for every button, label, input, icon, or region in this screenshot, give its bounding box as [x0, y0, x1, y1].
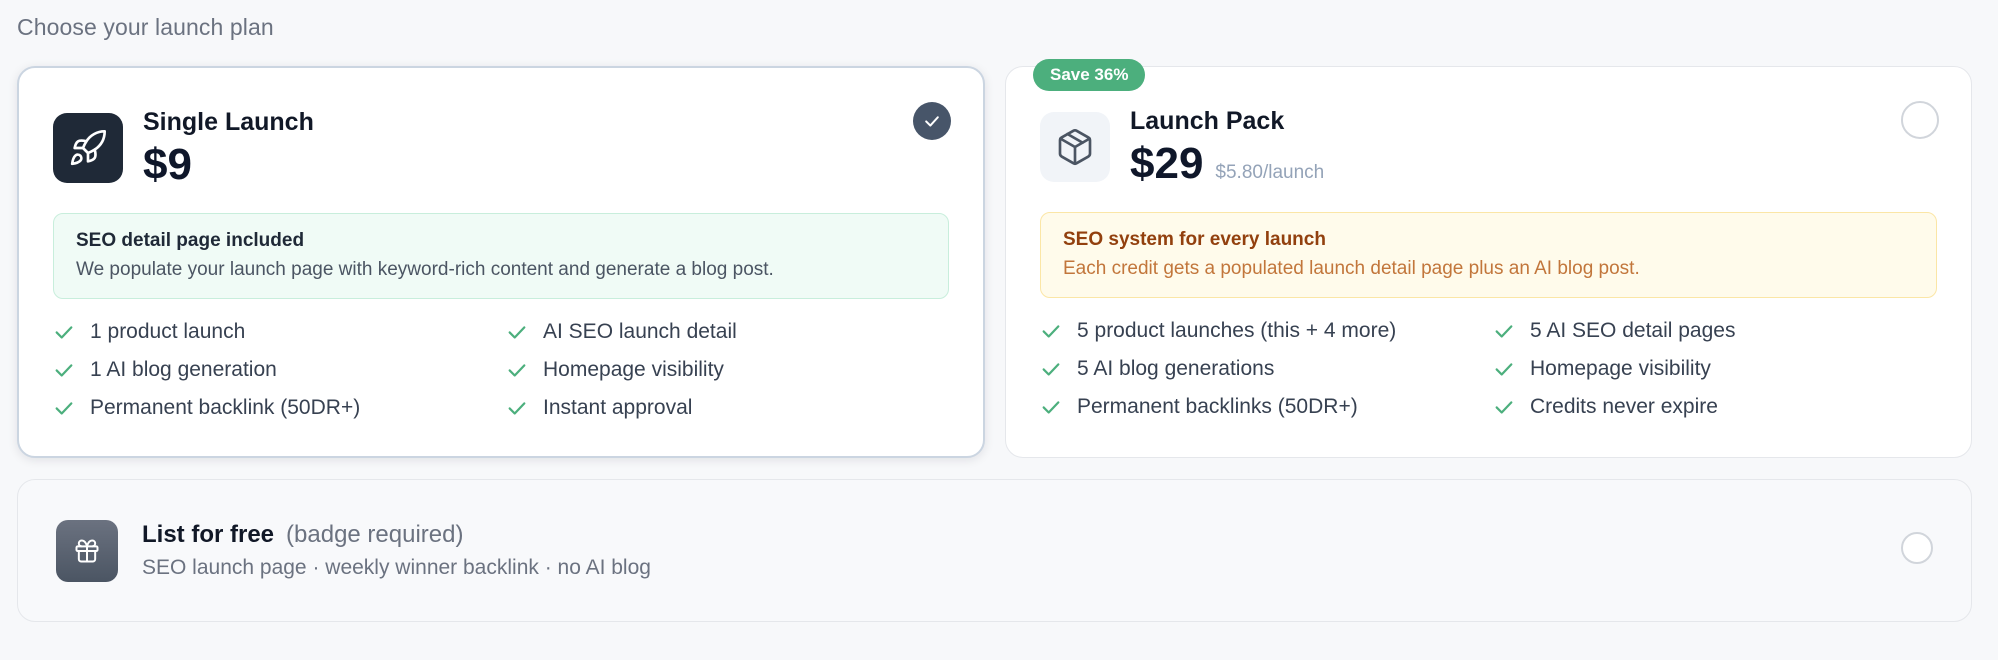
- unselected-radio-indicator[interactable]: [1901, 101, 1939, 139]
- feature-item: Permanent backlinks (50DR+): [1040, 393, 1493, 421]
- selected-check-indicator[interactable]: [913, 102, 951, 140]
- feature-item: Instant approval: [506, 394, 953, 422]
- check-icon: [53, 359, 75, 381]
- plan-price-row: $9: [143, 140, 192, 190]
- check-icon: [1493, 320, 1515, 342]
- info-text: Each credit gets a populated launch deta…: [1063, 258, 1640, 279]
- unselected-radio-indicator[interactable]: [1901, 532, 1933, 564]
- plan-card-launch-pack[interactable]: Launch Pack $29 $5.80/launch SEO system …: [1005, 66, 1972, 458]
- seo-info-box: SEO detail page included We populate you…: [53, 213, 949, 299]
- feature-item: AI SEO launch detail: [506, 318, 953, 346]
- feature-item: Homepage visibility: [1493, 355, 1940, 383]
- feature-label: 1 AI blog generation: [90, 358, 277, 381]
- feature-item: 1 product launch: [53, 318, 506, 346]
- info-title: SEO system for every launch: [1063, 229, 1326, 250]
- check-icon: [506, 397, 528, 419]
- seo-info-box: SEO system for every launch Each credit …: [1040, 212, 1937, 298]
- plan-per-launch-price: $5.80/launch: [1215, 162, 1325, 183]
- feature-label: 1 product launch: [90, 320, 246, 343]
- check-icon: [1493, 358, 1515, 380]
- feature-label: Homepage visibility: [1530, 357, 1711, 380]
- feature-list: 5 product launches (this + 4 more) 5 AI …: [1040, 317, 1940, 421]
- check-icon: [1040, 396, 1062, 418]
- feature-label: 5 product launches (this + 4 more): [1077, 319, 1397, 342]
- free-title-row: List for free (badge required): [142, 521, 463, 549]
- plan-name: Launch Pack: [1130, 107, 1285, 135]
- feature-item: 5 product launches (this + 4 more): [1040, 317, 1493, 345]
- free-title: List for free: [142, 521, 275, 548]
- check-icon: [506, 359, 528, 381]
- rocket-icon: [53, 113, 123, 183]
- check-icon: [1493, 396, 1515, 418]
- page-title: Choose your launch plan: [17, 14, 274, 40]
- feature-label: Permanent backlink (50DR+): [90, 396, 361, 419]
- check-icon: [53, 321, 75, 343]
- feature-item: 1 AI blog generation: [53, 356, 506, 384]
- plan-price: $9: [143, 140, 192, 189]
- free-description: SEO launch page · weekly winner backlink…: [142, 556, 651, 579]
- gift-icon: [56, 520, 118, 582]
- feature-label: 5 AI SEO detail pages: [1530, 319, 1736, 342]
- feature-item: Homepage visibility: [506, 356, 953, 384]
- check-icon: [53, 397, 75, 419]
- feature-item: Permanent backlink (50DR+): [53, 394, 506, 422]
- feature-label: 5 AI blog generations: [1077, 357, 1275, 380]
- plan-card-single-launch[interactable]: Single Launch $9 SEO detail page include…: [17, 66, 985, 458]
- check-icon: [1040, 358, 1062, 380]
- plan-price: $29: [1130, 139, 1204, 188]
- check-icon: [925, 116, 939, 127]
- info-title: SEO detail page included: [76, 230, 305, 251]
- feature-item: 5 AI SEO detail pages: [1493, 317, 1940, 345]
- plan-card-free[interactable]: List for free (badge required) SEO launc…: [17, 479, 1972, 622]
- feature-label: Instant approval: [543, 396, 693, 419]
- package-icon: [1040, 112, 1110, 182]
- feature-label: Homepage visibility: [543, 358, 724, 381]
- feature-label: AI SEO launch detail: [543, 320, 737, 343]
- info-text: We populate your launch page with keywor…: [76, 259, 774, 280]
- save-badge: Save 36%: [1033, 59, 1146, 91]
- feature-list: 1 product launch AI SEO launch detail 1 …: [53, 318, 953, 422]
- check-icon: [506, 321, 528, 343]
- free-note: (badge required): [286, 521, 464, 548]
- feature-item: Credits never expire: [1493, 393, 1940, 421]
- feature-label: Permanent backlinks (50DR+): [1077, 395, 1358, 418]
- plan-name: Single Launch: [143, 108, 314, 136]
- check-icon: [1040, 320, 1062, 342]
- feature-label: Credits never expire: [1530, 395, 1718, 418]
- feature-item: 5 AI blog generations: [1040, 355, 1493, 383]
- plan-price-row: $29 $5.80/launch: [1130, 139, 1324, 189]
